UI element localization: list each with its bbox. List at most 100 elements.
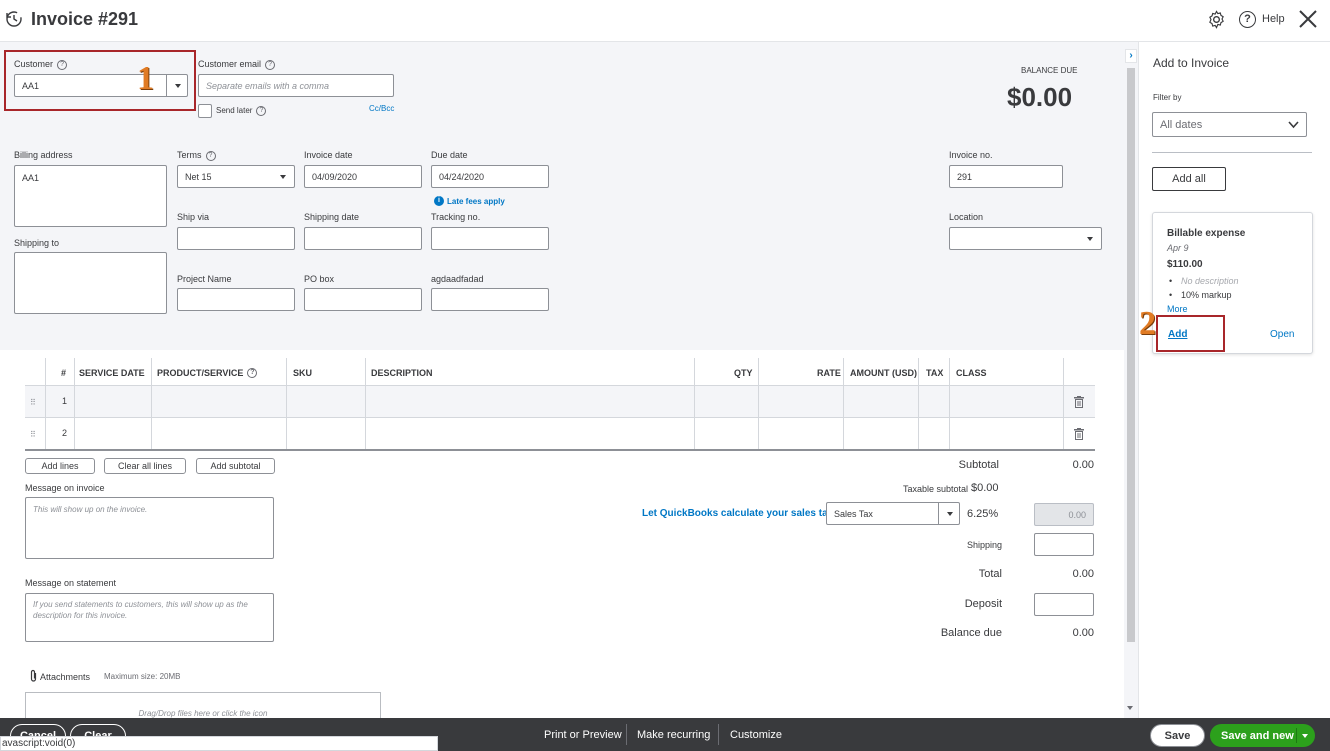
- divider: [843, 358, 844, 449]
- balance-due-total-value: 0.00: [1072, 627, 1094, 639]
- total-label: Total: [978, 568, 1002, 580]
- row-number: 1: [62, 396, 68, 406]
- chevron-right-icon[interactable]: ›: [1125, 49, 1137, 63]
- divider: [1063, 358, 1064, 449]
- shipping-date-field[interactable]: [304, 227, 422, 250]
- scroll-down-icon[interactable]: [1127, 706, 1133, 710]
- divider: [949, 358, 950, 449]
- filter-select[interactable]: All dates: [1152, 112, 1307, 137]
- ship-via-field[interactable]: [177, 227, 295, 250]
- shipping-date-label: Shipping date: [304, 212, 360, 222]
- clear-all-lines-button[interactable]: Clear all lines: [104, 458, 186, 474]
- divider: [938, 503, 939, 524]
- invoice-date-field[interactable]: 04/09/2020: [304, 165, 422, 188]
- annotation-badge-2: 2: [1139, 305, 1156, 342]
- add-lines-button[interactable]: Add lines: [25, 458, 95, 474]
- recent-transactions-icon[interactable]: [5, 10, 23, 28]
- page-title: Invoice #291: [31, 9, 139, 29]
- more-link[interactable]: More: [1167, 304, 1188, 314]
- help-link[interactable]: Help: [1262, 13, 1285, 25]
- trash-icon[interactable]: [1074, 395, 1084, 408]
- make-recurring-link[interactable]: Make recurring: [637, 718, 710, 751]
- chevron-down-icon: [1288, 121, 1299, 129]
- gear-icon[interactable]: [1207, 10, 1226, 29]
- message-invoice-field[interactable]: This will show up on the invoice.: [25, 497, 274, 559]
- message-statement-label: Message on statement: [25, 578, 117, 588]
- col-header-service-date: SERVICE DATE: [79, 368, 145, 378]
- sales-tax-select[interactable]: Sales Tax: [826, 502, 960, 525]
- divider: [74, 358, 75, 449]
- save-and-new-button[interactable]: Save and new: [1210, 724, 1315, 747]
- chevron-down-icon[interactable]: [1302, 734, 1308, 738]
- scrollbar[interactable]: ›: [1124, 42, 1138, 718]
- add-subtotal-button[interactable]: Add subtotal: [196, 458, 275, 474]
- divider: [718, 724, 719, 745]
- help-icon[interactable]: ?: [265, 59, 276, 70]
- send-later-checkbox[interactable]: [198, 104, 212, 118]
- add-all-button[interactable]: Add all: [1152, 167, 1226, 191]
- divider: [626, 724, 627, 745]
- balance-due-total-label: Balance due: [940, 627, 1002, 639]
- custom-field-input[interactable]: [431, 288, 549, 311]
- help-icon[interactable]: ?: [1239, 11, 1256, 28]
- drag-handle-icon[interactable]: ⠿: [30, 430, 36, 439]
- customer-email-field[interactable]: Separate emails with a comma: [198, 74, 394, 97]
- help-icon[interactable]: ?: [205, 150, 216, 161]
- send-later-label: Send later?: [216, 106, 267, 116]
- divider: [25, 449, 1095, 451]
- balance-due-value: $0.00: [1007, 82, 1073, 112]
- tracking-no-field[interactable]: [431, 227, 549, 250]
- col-header-amount: AMOUNT (USD): [850, 368, 917, 378]
- col-header-description: DESCRIPTION: [371, 368, 433, 378]
- scrollbar-thumb[interactable]: [1127, 68, 1135, 642]
- drag-handle-icon[interactable]: ⠿: [30, 398, 36, 407]
- help-icon[interactable]: ?: [247, 368, 258, 378]
- shipping-amount-field[interactable]: [1034, 533, 1094, 556]
- help-icon[interactable]: ?: [256, 106, 267, 116]
- print-preview-link[interactable]: Print or Preview: [544, 718, 622, 751]
- bullet: •: [1169, 276, 1173, 286]
- invoice-header: Invoice #291 ? Help: [0, 0, 1330, 42]
- ship-via-label: Ship via: [177, 212, 210, 222]
- card-title: Billable expense: [1167, 228, 1246, 239]
- filter-label: Filter by: [1153, 93, 1182, 102]
- close-icon[interactable]: [1298, 9, 1318, 29]
- calculate-sales-tax-link[interactable]: Let QuickBooks calculate your sales tax: [642, 508, 833, 519]
- footer-bar: Cancel Clear avascript:void(0) Print or …: [0, 718, 1330, 751]
- message-statement-field[interactable]: If you send statements to customers, thi…: [25, 593, 274, 642]
- due-date-label: Due date: [431, 150, 468, 160]
- table-row[interactable]: [25, 386, 1095, 417]
- invoice-form: Customer? AA1 Customer email? Separate e…: [0, 42, 1124, 718]
- open-link[interactable]: Open: [1270, 329, 1294, 340]
- attachments-label: Attachments: [40, 672, 91, 682]
- po-box-field[interactable]: [304, 288, 422, 311]
- custom-field-label: agdaadfadad: [431, 274, 484, 284]
- billing-address-field[interactable]: AA1: [14, 165, 167, 227]
- save-button[interactable]: Save: [1150, 724, 1205, 747]
- col-header-class: CLASS: [956, 368, 987, 378]
- table-row[interactable]: [25, 418, 1095, 449]
- shipping-to-field[interactable]: [14, 252, 167, 314]
- location-label: Location: [949, 212, 984, 222]
- taxable-subtotal-label: Taxable subtotal: [902, 484, 968, 494]
- invoice-no-label: Invoice no.: [949, 150, 993, 160]
- billing-address-label: Billing address: [14, 150, 73, 160]
- col-header-rate: RATE: [817, 368, 841, 378]
- late-fees-link[interactable]: Late fees apply: [447, 197, 505, 206]
- due-date-field[interactable]: 04/24/2020: [431, 165, 549, 188]
- project-name-label: Project Name: [177, 274, 232, 284]
- line-items-table: # SERVICE DATE PRODUCT/SERVICE? SKU DESC…: [25, 358, 1095, 451]
- cc-bcc-link[interactable]: Cc/Bcc: [369, 104, 394, 113]
- terms-select[interactable]: Net 15: [177, 165, 295, 188]
- trash-icon[interactable]: [1074, 427, 1084, 440]
- col-header-qty: QTY: [734, 368, 753, 378]
- location-select[interactable]: [949, 227, 1102, 250]
- divider: [151, 358, 152, 449]
- attachment-dropzone[interactable]: Drag/Drop files here or click the icon: [25, 692, 381, 718]
- deposit-field[interactable]: [1034, 593, 1094, 616]
- divider: [1296, 728, 1297, 743]
- customize-link[interactable]: Customize: [730, 718, 782, 751]
- project-name-field[interactable]: [177, 288, 295, 311]
- invoice-no-field[interactable]: 291: [949, 165, 1063, 188]
- chevron-down-icon: [280, 174, 286, 179]
